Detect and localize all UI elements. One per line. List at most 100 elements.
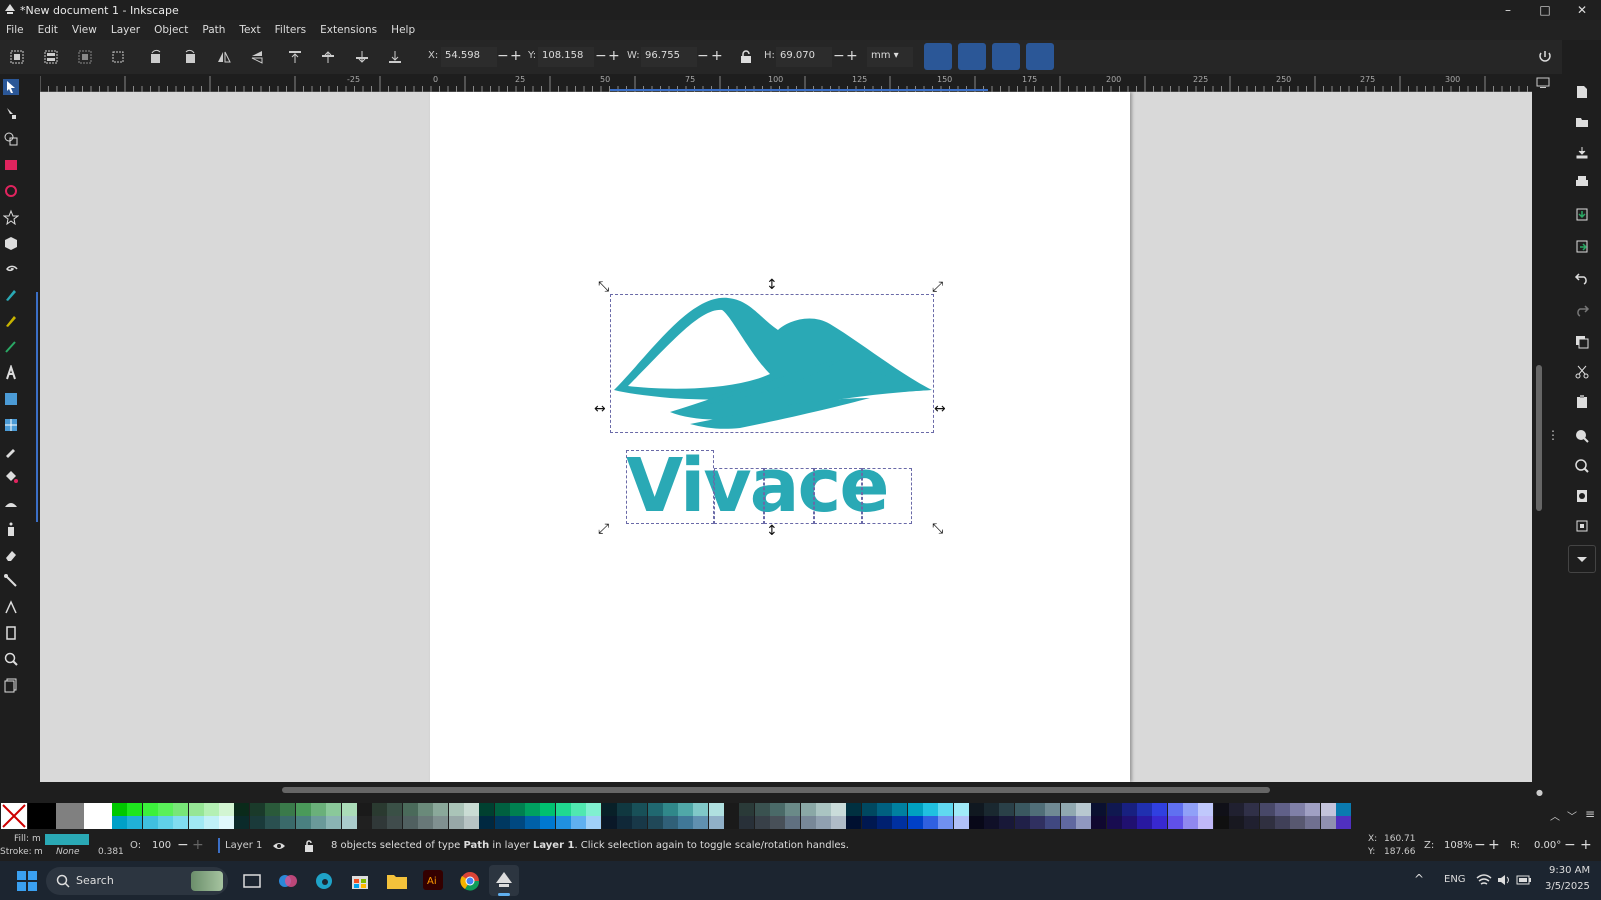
file-explorer-icon[interactable] [386, 871, 408, 891]
wifi-icon[interactable] [1476, 873, 1492, 887]
panel-handle-icon[interactable]: ⋮ [1547, 428, 1559, 442]
color-swatch[interactable] [219, 803, 235, 816]
transform-gradients-toggle[interactable] [992, 43, 1020, 70]
palette-menu-icon[interactable]: ≡ [1585, 807, 1595, 821]
scale-handle-bottom-right[interactable]: ⤡ [932, 522, 943, 536]
color-swatch[interactable] [555, 816, 571, 829]
color-swatch[interactable] [1274, 803, 1290, 816]
color-swatch[interactable] [234, 816, 250, 829]
color-swatch[interactable] [494, 803, 510, 816]
color-swatch[interactable] [1228, 816, 1244, 829]
color-swatch[interactable] [647, 816, 663, 829]
battery-icon[interactable] [1516, 874, 1532, 886]
color-swatch[interactable] [769, 803, 785, 816]
color-swatch[interactable] [724, 816, 739, 829]
raise-icon[interactable] [320, 49, 336, 65]
color-swatch[interactable] [1183, 803, 1198, 816]
lpe-tool-icon[interactable] [3, 599, 19, 615]
color-swatch[interactable] [1259, 803, 1275, 816]
current-layer-dropdown[interactable]: Layer 1 [225, 840, 262, 851]
task-view-icon[interactable] [242, 871, 262, 891]
color-swatch[interactable] [1121, 803, 1137, 816]
y-increment-button[interactable]: + [608, 48, 620, 64]
shape-builder-tool-icon[interactable] [3, 131, 19, 147]
color-swatch[interactable] [907, 816, 923, 829]
measure-tool-icon[interactable] [3, 625, 19, 641]
color-swatch[interactable] [1137, 816, 1153, 829]
color-swatch[interactable] [265, 816, 280, 829]
color-swatch[interactable] [968, 816, 984, 829]
color-swatch[interactable] [1259, 816, 1275, 829]
deselect-icon[interactable] [77, 49, 93, 65]
color-swatch[interactable] [203, 816, 219, 829]
rotate-decrement-button[interactable]: − [1564, 837, 1576, 853]
mountain-logo-mark[interactable] [610, 294, 934, 433]
color-swatch[interactable] [724, 803, 739, 816]
connector-tool-icon[interactable] [3, 573, 19, 589]
maximize-button[interactable]: □ [1526, 0, 1564, 20]
transform-patterns-toggle[interactable] [1026, 43, 1054, 70]
spiral-tool-icon[interactable] [3, 261, 19, 277]
color-swatch[interactable] [1014, 803, 1030, 816]
menu-path[interactable]: Path [202, 24, 225, 36]
color-swatch[interactable] [922, 803, 938, 816]
color-swatch[interactable] [341, 803, 357, 816]
color-swatch[interactable] [693, 816, 709, 829]
color-swatch[interactable] [938, 816, 954, 829]
color-swatch[interactable] [1228, 803, 1244, 816]
node-tool-icon[interactable] [3, 105, 19, 121]
cut-icon[interactable] [1574, 364, 1590, 380]
pages-tool-icon[interactable] [3, 677, 19, 693]
color-swatch[interactable] [831, 816, 847, 829]
w-increment-button[interactable]: + [711, 48, 723, 64]
h-decrement-button[interactable]: − [833, 48, 845, 64]
color-swatch[interactable] [173, 803, 189, 816]
color-swatch[interactable] [831, 803, 847, 816]
color-swatch[interactable] [433, 816, 449, 829]
color-swatch[interactable] [142, 803, 158, 816]
eraser-tool-icon[interactable] [3, 547, 19, 563]
chrome-browser-icon[interactable] [459, 870, 481, 892]
color-swatch[interactable] [1075, 803, 1091, 816]
zoom-drawing-icon[interactable] [1574, 458, 1590, 474]
menu-edit[interactable]: Edit [38, 24, 58, 36]
zoom-field[interactable]: 108% [1444, 840, 1473, 851]
scale-handle-bottom[interactable]: ↕ [766, 524, 778, 538]
scale-corners-toggle[interactable] [958, 43, 986, 70]
copy-icon[interactable] [1574, 334, 1590, 350]
swatch-gray[interactable] [56, 803, 84, 829]
rotate-cw-icon[interactable] [182, 49, 198, 65]
color-swatch[interactable] [188, 816, 204, 829]
scale-handle-top-left[interactable]: ⤡ [598, 280, 609, 294]
color-swatch[interactable] [907, 803, 923, 816]
color-swatch[interactable] [540, 816, 556, 829]
copilot-icon[interactable] [278, 871, 298, 891]
text-tool-icon[interactable] [3, 365, 19, 381]
more-commands-button[interactable] [1568, 545, 1596, 573]
import-icon[interactable] [1574, 206, 1590, 222]
color-swatch[interactable] [1091, 803, 1107, 816]
opacity-field[interactable]: 100 [152, 840, 171, 851]
scale-stroke-toggle[interactable] [924, 43, 952, 70]
stroke-none-value[interactable]: None [56, 847, 79, 857]
color-swatch[interactable] [418, 816, 433, 829]
color-swatch[interactable] [1091, 816, 1107, 829]
edge-browser-icon[interactable] [314, 871, 334, 891]
color-swatch[interactable] [1060, 816, 1076, 829]
color-swatch[interactable] [846, 803, 862, 816]
selector-tool-icon[interactable] [3, 79, 19, 95]
dropper-tool-icon[interactable] [3, 443, 19, 459]
zoom-in-button[interactable]: + [1488, 837, 1500, 853]
color-swatch[interactable] [984, 803, 1000, 816]
select-all-layers-icon[interactable] [43, 49, 59, 65]
fill-swatch[interactable] [45, 834, 89, 845]
touch-select-icon[interactable] [110, 49, 126, 65]
color-swatch[interactable] [1106, 803, 1122, 816]
color-swatch[interactable] [1213, 816, 1229, 829]
scale-handle-bottom-left[interactable]: ⤢ [598, 522, 609, 536]
palette-scroll-up-icon[interactable]: ︿ [1550, 808, 1560, 823]
spray-tool-icon[interactable] [3, 521, 19, 537]
color-swatch[interactable] [112, 803, 127, 816]
inkscape-taskbar-button[interactable] [489, 865, 519, 896]
taskbar-search-box[interactable]: Search [46, 867, 228, 895]
